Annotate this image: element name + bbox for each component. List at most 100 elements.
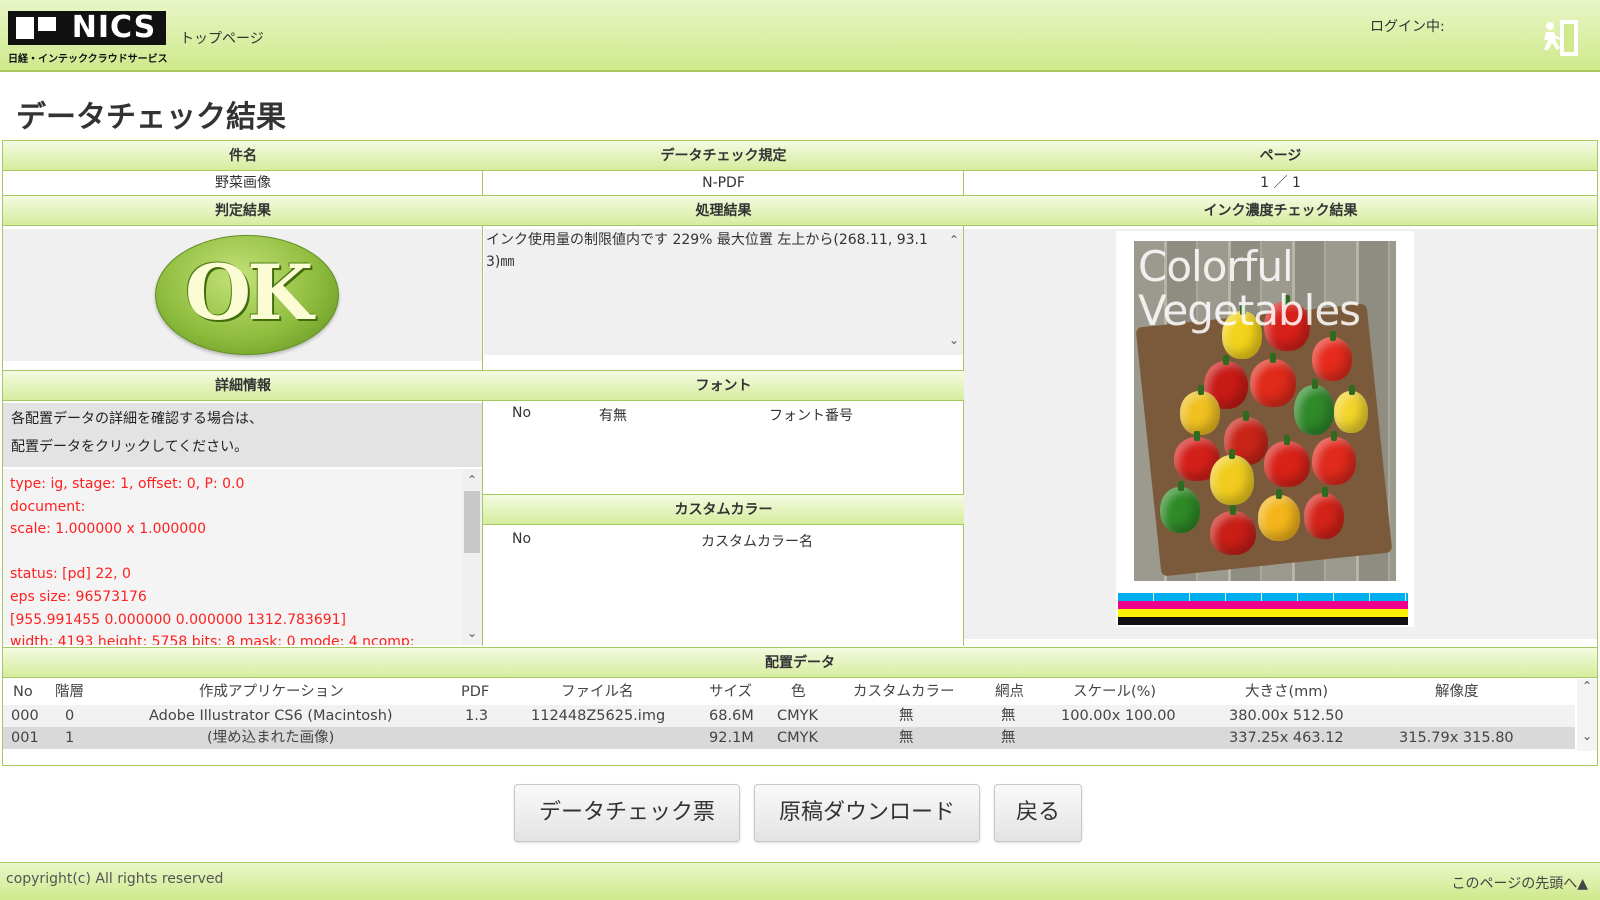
col-resolution: 解像度 [1435,684,1479,700]
logo-subtitle: 日経・インテッククラウドサービス [8,54,168,65]
details-header: 詳細情報 [3,370,483,401]
col-halftone: 網点 [995,684,1024,700]
nics-logo[interactable]: NICS 日経・インテッククラウドサービス [8,10,168,66]
cell-level: 1 [65,730,75,746]
col-level: 階層 [55,684,84,700]
scroll-down-icon[interactable]: ⌄ [949,329,959,351]
custom-col-no: No [512,531,532,547]
logo-mark-icon [8,11,62,45]
col-pdf: PDF [461,684,490,700]
cell-level: 0 [65,708,75,724]
placement-scrollbar[interactable]: ⌃ ⌄ [1577,679,1597,751]
processing-result-text: インク使用量の制限値内です 229% 最大位置 左上から(268.11, 93.… [486,232,928,270]
col-filename: ファイル名 [561,684,634,700]
cell-halftone: 無 [1001,730,1016,746]
cell-color: CMYK [777,708,819,724]
ink-check-header: インク濃度チェック結果 [964,195,1597,226]
log-line: status: [pd] 22, 0 [10,566,131,583]
cell-no: 001 [11,730,39,746]
page-header: ページ [964,140,1597,171]
table-row[interactable]: 000 0 Adobe Illustrator CS6 (Macintosh) … [3,705,1575,727]
back-button[interactable]: 戻る [994,784,1082,842]
ink-preview-image[interactable]: Colorful Vegetables [1116,231,1414,627]
placement-table: No 階層 作成アプリケーション PDF ファイル名 サイズ 色 カスタムカラー… [3,679,1597,765]
details-scrollbar[interactable]: ⌃ ⌄ [462,469,482,645]
log-line: [955.991455 0.000000 0.000000 1312.78369… [10,611,347,628]
login-status: ログイン中: [1370,19,1445,35]
ok-badge: OK [155,235,339,355]
scroll-down-icon[interactable]: ⌄ [1582,729,1592,743]
back-to-top-link[interactable]: このページの先頭へ▲ [1452,873,1589,893]
custom-col-name: カスタムカラー名 [701,534,813,550]
cell-dimensions: 380.00x 512.50 [1229,708,1344,724]
custom-colors-header: カスタムカラー [483,494,964,525]
details-note: 各配置データの詳細を確認する場合は、 配置データをクリックしてください。 [3,403,482,467]
exit-door-icon[interactable] [1538,18,1582,58]
cell-halftone: 無 [1001,708,1016,724]
details-note-line2: 配置データをクリックしてください。 [11,439,249,455]
col-no: No [13,684,33,700]
font-col-presence: 有無 [599,408,627,424]
log-line: document: [10,498,86,515]
copyright-text: copyright(c) All rights reserved [6,871,224,887]
rule-value: N-PDF [702,175,745,191]
details-log[interactable]: type: ig, stage: 1, offset: 0, P: 0.0 do… [3,469,482,645]
cell-custom-color: 無 [899,730,914,746]
col-custom-color: カスタムカラー [853,684,955,700]
scroll-up-icon[interactable]: ⌃ [467,469,477,492]
log-line: width: 4193 height: 5758 bits: 8 mask: 0… [10,634,415,645]
page-title: データチェック結果 [16,100,286,135]
col-size: サイズ [709,684,753,700]
log-line: eps size: 96573176 [10,588,147,605]
vegetable-photo: Colorful Vegetables [1134,241,1396,581]
cell-scale: 100.00x 100.00 [1061,708,1176,724]
log-line: type: ig, stage: 1, offset: 0, P: 0.0 [10,476,245,492]
col-color: 色 [791,684,806,700]
col-dimensions: 大きさ(mm) [1245,684,1329,700]
app-footer: copyright(c) All rights reserved このページの先… [0,862,1600,900]
data-check-sheet-button[interactable]: データチェック票 [514,784,740,842]
fonts-header: フォント [483,370,964,401]
result-grid: 件名 データチェック規定 ページ 野菜画像 N-PDF 1 ／ 1 判定結果 処… [2,140,1598,766]
processing-header: 処理結果 [483,195,964,226]
font-col-number: フォント番号 [769,408,853,424]
logo-text: NICS [62,11,166,45]
top-page-link[interactable]: トップページ [180,28,264,48]
col-scale: スケール(%) [1073,684,1157,700]
scroll-up-icon[interactable]: ⌃ [1582,679,1592,693]
cell-custom-color: 無 [899,708,914,724]
judgment-header: 判定結果 [3,195,483,226]
cell-application: Adobe Illustrator CS6 (Macintosh) [149,708,393,724]
cell-color: CMYK [777,730,819,746]
scroll-down-icon[interactable]: ⌄ [467,622,477,645]
log-line: scale: 1.000000 x 1.000000 [10,521,207,538]
cell-size: 68.6M [709,708,754,724]
processing-result-box: インク使用量の制限値内です 229% 最大位置 左上から(268.11, 93.… [484,229,963,355]
scroll-up-icon[interactable]: ⌃ [949,229,959,251]
ok-badge-text: OK [184,248,313,337]
col-application: 作成アプリケーション [199,684,344,700]
subject-header: 件名 [3,140,483,171]
scrollbar-thumb[interactable] [464,491,480,553]
manuscript-download-button[interactable]: 原稿ダウンロード [754,784,980,842]
cell-filename: 112448Z5625.img [531,708,666,724]
preview-title: Colorful Vegetables [1138,242,1361,335]
placement-header: 配置データ [3,647,1597,678]
font-col-no: No [512,405,532,421]
cell-pdf: 1.3 [465,708,489,724]
rule-header: データチェック規定 [483,140,964,171]
page-value: 1 ／ 1 [1260,175,1301,191]
ink-preview-panel: Colorful Vegetables [964,229,1597,639]
cmyk-color-bar [1118,593,1408,625]
judgment-panel: OK [3,229,482,361]
cell-no: 000 [11,708,39,724]
cell-dimensions: 337.25x 463.12 [1229,730,1344,746]
table-row[interactable]: 001 1 (埋め込まれた画像) 92.1M CMYK 無 無 337.25x … [3,727,1575,749]
cell-size: 92.1M [709,730,754,746]
subject-value: 野菜画像 [215,175,271,191]
cell-resolution: 315.79x 315.80 [1399,730,1514,746]
table-header-row: No 階層 作成アプリケーション PDF ファイル名 サイズ 色 カスタムカラー… [3,681,1575,703]
cell-application: (埋め込まれた画像) [207,730,335,746]
app-header: NICS 日経・インテッククラウドサービス トップページ ログイン中: [0,0,1600,72]
